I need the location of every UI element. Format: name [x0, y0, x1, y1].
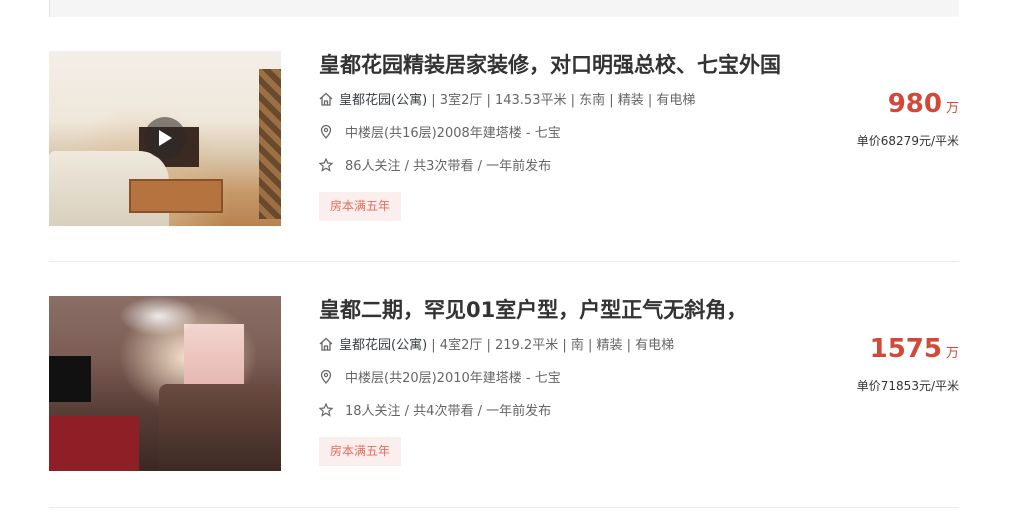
price-value: 980	[887, 89, 942, 119]
star-icon	[318, 402, 334, 417]
photo-detail	[119, 296, 199, 336]
house-details: | 3室2厅 | 143.53平米 | 东南 | 精装 | 有电梯	[427, 93, 696, 108]
divider	[49, 507, 959, 508]
price-unit: 万	[945, 101, 959, 116]
community-link[interactable]: 皇都花园(公寓)	[339, 338, 427, 353]
price-unit: 万	[945, 346, 959, 361]
unit-price: 单价68279元/平米	[856, 134, 959, 148]
listing-card: 皇都二期，罕见01室户型，户型正气无斜角， 皇都花园(公寓) | 4室2厅 | …	[49, 296, 959, 506]
follow-text: 86人关注 / 共3次带看 / 一年前发布	[345, 159, 552, 174]
previous-listing-edge	[49, 0, 959, 17]
follow-info: 18人关注 / 共4次带看 / 一年前发布	[318, 402, 552, 422]
house-icon	[319, 337, 333, 351]
photo-detail	[159, 384, 281, 471]
price-value: 1575	[869, 334, 942, 364]
unit-price: 单价71853元/平米	[856, 379, 959, 393]
location-pin-icon	[319, 124, 333, 139]
house-info: 皇都花园(公寓) | 3室2厅 | 143.53平米 | 东南 | 精装 | 有…	[319, 91, 695, 111]
location-pin-icon	[319, 369, 333, 384]
photo-detail	[49, 356, 91, 402]
star-icon	[318, 157, 334, 172]
community-link[interactable]: 皇都花园(公寓)	[339, 93, 427, 108]
position-text: 中楼层(共16层)2008年建塔楼 - 七宝	[345, 126, 561, 141]
follow-text: 18人关注 / 共4次带看 / 一年前发布	[345, 404, 552, 419]
listing-title[interactable]: 皇都二期，罕见01室户型，户型正气无斜角，	[319, 296, 747, 324]
house-info: 皇都花园(公寓) | 4室2厅 | 219.2平米 | 南 | 精装 | 有电梯	[319, 336, 674, 356]
photo-detail	[49, 416, 139, 471]
position-info: 中楼层(共16层)2008年建塔楼 - 七宝	[319, 124, 561, 144]
listing-photo[interactable]	[49, 51, 281, 226]
house-icon	[319, 92, 333, 106]
listing-tag: 房本满五年	[319, 437, 402, 466]
house-details: | 4室2厅 | 219.2平米 | 南 | 精装 | 有电梯	[427, 338, 675, 353]
total-price: 980 万	[888, 89, 959, 119]
listing-photo[interactable]	[49, 296, 281, 471]
total-price: 1575 万	[870, 334, 959, 364]
position-info: 中楼层(共20层)2010年建塔楼 - 七宝	[319, 369, 561, 389]
play-icon[interactable]	[144, 117, 186, 159]
position-text: 中楼层(共20层)2010年建塔楼 - 七宝	[345, 371, 561, 386]
listing-tag: 房本满五年	[319, 192, 402, 221]
photo-detail	[259, 69, 281, 219]
listing-title[interactable]: 皇都花园精装居家装修，对口明强总校、七宝外国	[319, 51, 781, 79]
listing-card: 皇都花园精装居家装修，对口明强总校、七宝外国 皇都花园(公寓) | 3室2厅 |…	[49, 51, 959, 261]
divider	[49, 261, 959, 262]
follow-info: 86人关注 / 共3次带看 / 一年前发布	[318, 157, 552, 177]
photo-detail	[129, 179, 223, 213]
